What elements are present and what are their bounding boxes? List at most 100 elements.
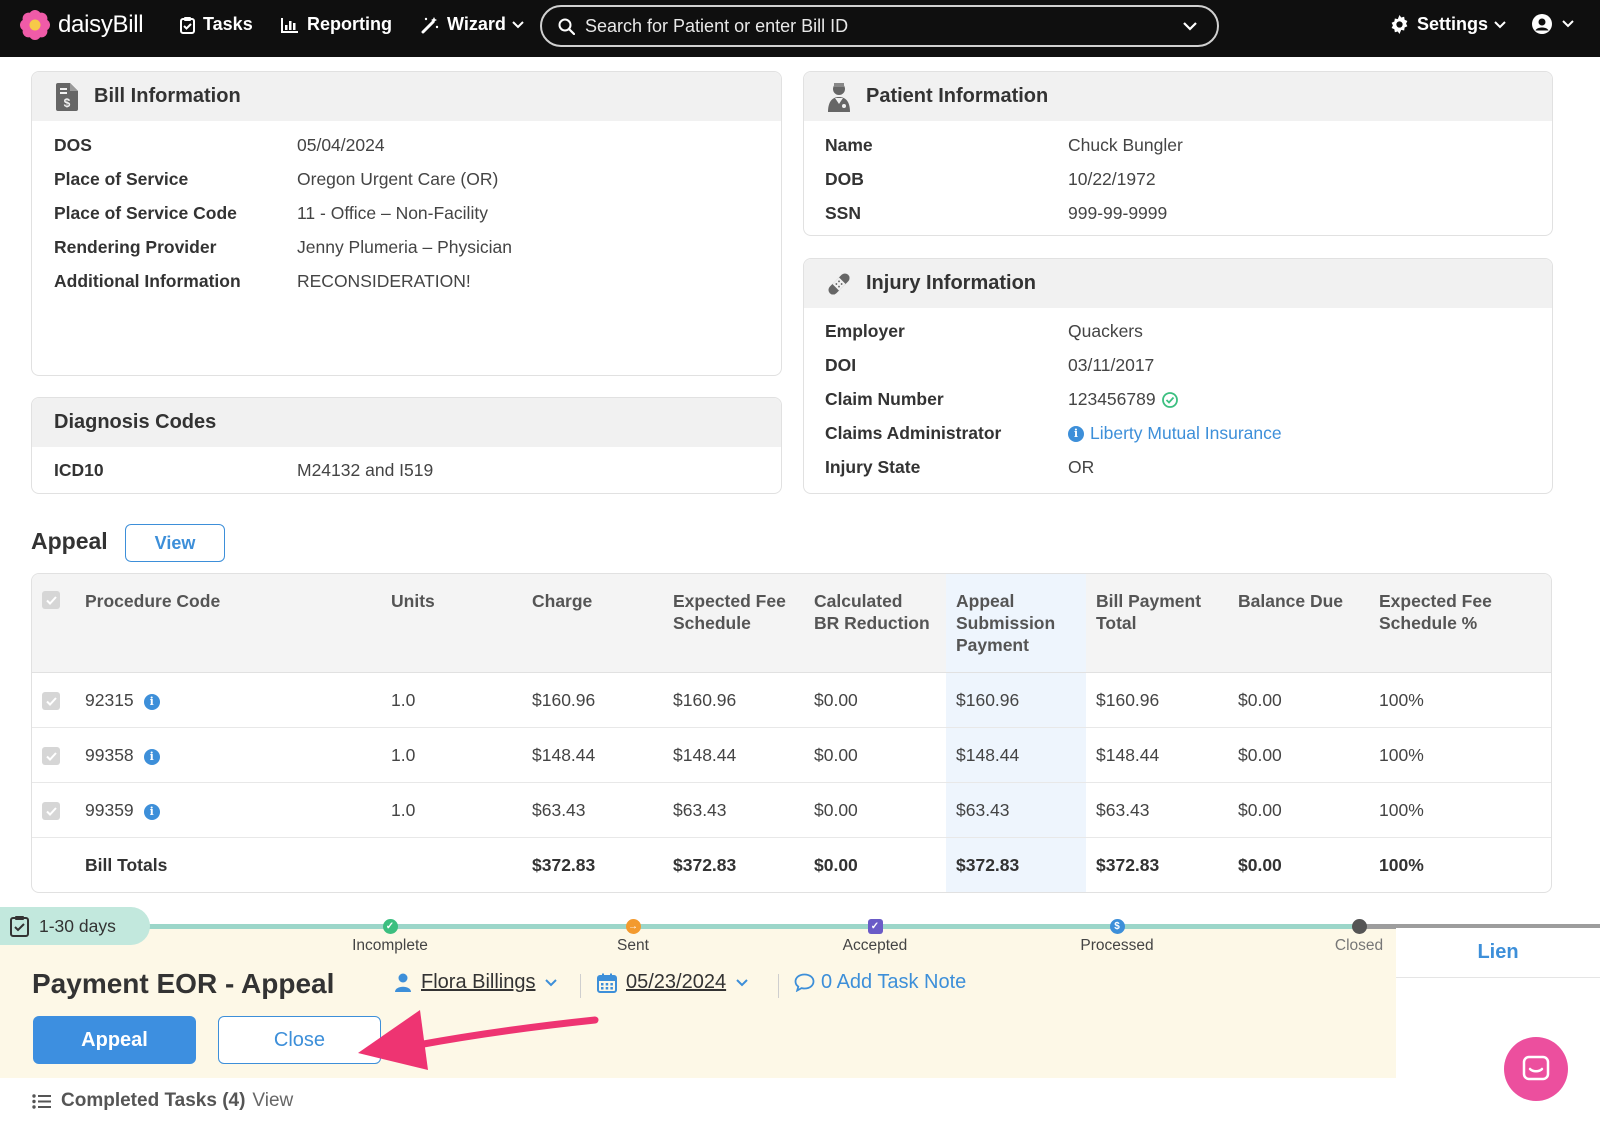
claims-administrator-value: Liberty Mutual Insurance (1090, 423, 1282, 443)
injury-state-value: OR (1068, 457, 1095, 477)
close-button[interactable]: Close (218, 1016, 381, 1064)
info-icon[interactable]: i (143, 803, 160, 820)
chevron-down-icon (512, 20, 524, 28)
user-menu[interactable] (1532, 14, 1574, 34)
th-appeal-submission-payment: Appeal Submission Payment (956, 590, 1055, 656)
tab-lien[interactable]: Lien (1396, 928, 1600, 978)
table-row: 99358 i 1.0 $148.44 $148.44 $0.00 $148.44… (32, 728, 1551, 783)
place-of-service-code-value: 11 - Office – Non-Facility (297, 203, 488, 223)
task-age-badge: 1-30 days (0, 907, 150, 945)
dollar-icon: $ (1109, 919, 1125, 934)
table-row: 99359 i 1.0 $63.43 $63.43 $0.00 $63.43 $6… (32, 783, 1551, 838)
chevron-down-icon (545, 978, 558, 986)
nav-wizard-label: Wizard (447, 14, 506, 34)
daisybill-logo[interactable]: daisyBill (20, 10, 144, 40)
list-icon (32, 1093, 51, 1109)
patient-information-title: Patient Information (866, 85, 1049, 107)
nav-settings-label: Settings (1417, 14, 1489, 34)
injury-information-header: Injury Information (804, 259, 1552, 308)
procedure-code-cell: 99359 i (85, 800, 160, 821)
procedure-code-cell: 99358 i (85, 745, 160, 766)
total-efsp: 100% (1379, 855, 1424, 875)
chevron-down-icon (1562, 20, 1574, 28)
icd10-label: ICD10 (54, 460, 104, 480)
total-charge: $372.83 (532, 855, 596, 875)
chevron-down-icon[interactable] (1183, 21, 1197, 31)
efsp-cell: 100% (1379, 745, 1424, 765)
place-of-service-label: Place of Service (54, 169, 189, 189)
search-placeholder: Search for Patient or enter Bill ID (585, 15, 849, 36)
row-checkbox[interactable] (42, 802, 60, 820)
th-procedure-code: Procedure Code (85, 591, 221, 611)
injury-state-label: Injury State (825, 457, 921, 477)
nav-reporting[interactable]: Reporting (281, 14, 392, 35)
bpt-cell: $63.43 (1096, 800, 1150, 820)
nav-tasks[interactable]: Tasks (180, 14, 253, 35)
step-incomplete-label: Incomplete (352, 937, 428, 954)
balance-cell: $0.00 (1238, 800, 1282, 820)
asp-cell: $160.96 (956, 690, 1020, 710)
task-due-date[interactable]: 05/23/2024 (597, 971, 748, 994)
efsp-cell: 100% (1379, 690, 1424, 710)
diagnosis-codes-header: Diagnosis Codes (32, 398, 781, 447)
chevron-down-icon (1494, 20, 1506, 28)
completed-tasks[interactable]: Completed Tasks (4) View (32, 1090, 293, 1112)
cbr-cell: $0.00 (814, 800, 858, 820)
arrow-right-icon: → (625, 919, 641, 934)
patient-information-header: Patient Information (804, 72, 1552, 121)
row-checkbox[interactable] (42, 692, 60, 710)
nav-settings[interactable]: Settings (1390, 14, 1506, 35)
appeal-view-button[interactable]: View (125, 524, 225, 562)
th-cbr-line2: BR Reduction (814, 613, 930, 633)
total-bpt: $372.83 (1096, 855, 1160, 875)
efs-cell: $63.43 (673, 800, 727, 820)
info-icon: i (1068, 425, 1084, 442)
procedure-code: 92315 (85, 690, 134, 710)
dos-label: DOS (54, 135, 92, 155)
rendering-provider-label: Rendering Provider (54, 237, 217, 257)
chat-launcher[interactable] (1504, 1037, 1568, 1101)
table-row: 92315 i 1.0 $160.96 $160.96 $0.00 $160.96… (32, 673, 1551, 728)
check-icon (45, 595, 57, 605)
step-processed-label: Processed (1080, 937, 1154, 954)
claims-administrator-label: Claims Administrator (825, 423, 1002, 443)
row-checkbox[interactable] (42, 747, 60, 765)
check-icon: ✓ (382, 919, 398, 934)
th-bpt-line2: Total (1096, 613, 1137, 633)
appeal-button[interactable]: Appeal (33, 1016, 196, 1064)
comment-icon (794, 973, 815, 992)
injury-information-title: Injury Information (866, 272, 1036, 294)
invoice-dollar-icon: $ (56, 82, 78, 111)
magic-wand-icon (421, 16, 439, 33)
claims-administrator-link[interactable]: i Liberty Mutual Insurance (1068, 423, 1282, 444)
units-cell: 1.0 (391, 800, 416, 820)
step-accepted: ✓ Accepted (815, 919, 935, 955)
appeal-section-title: Appeal (31, 528, 108, 554)
nav-wizard[interactable]: Wizard (421, 14, 524, 35)
task-assignee[interactable]: Flora Billings (395, 971, 558, 994)
th-asp-line3: Payment (956, 635, 1029, 655)
efsp-cell: 100% (1379, 800, 1424, 820)
info-icon[interactable]: i (143, 693, 160, 710)
name-value: Chuck Bungler (1068, 135, 1183, 155)
step-sent: → Sent (573, 919, 693, 955)
doi-label: DOI (825, 355, 857, 375)
charge-cell: $63.43 (532, 800, 586, 820)
clipboard-check-icon (10, 916, 29, 937)
select-all-checkbox[interactable] (42, 591, 60, 609)
bill-information-title: Bill Information (94, 85, 241, 107)
claim-number-label: Claim Number (825, 389, 944, 409)
add-task-note-link[interactable]: 0 Add Task Note (794, 971, 966, 994)
charge-cell: $160.96 (532, 690, 596, 710)
step-closed-label: Closed (1334, 937, 1384, 954)
user-icon (395, 973, 411, 992)
step-accepted-label: Accepted (842, 937, 908, 954)
place-of-service-value: Oregon Urgent Care (OR) (297, 169, 499, 189)
patient-search[interactable]: Search for Patient or enter Bill ID (540, 5, 1219, 47)
employer-value: Quackers (1068, 321, 1143, 341)
ssn-label: SSN (825, 203, 861, 223)
name-label: Name (825, 135, 873, 155)
th-asp-line1: Appeal (956, 591, 1015, 611)
info-icon[interactable]: i (143, 748, 160, 765)
completed-tasks-view[interactable]: View (252, 1090, 293, 1112)
